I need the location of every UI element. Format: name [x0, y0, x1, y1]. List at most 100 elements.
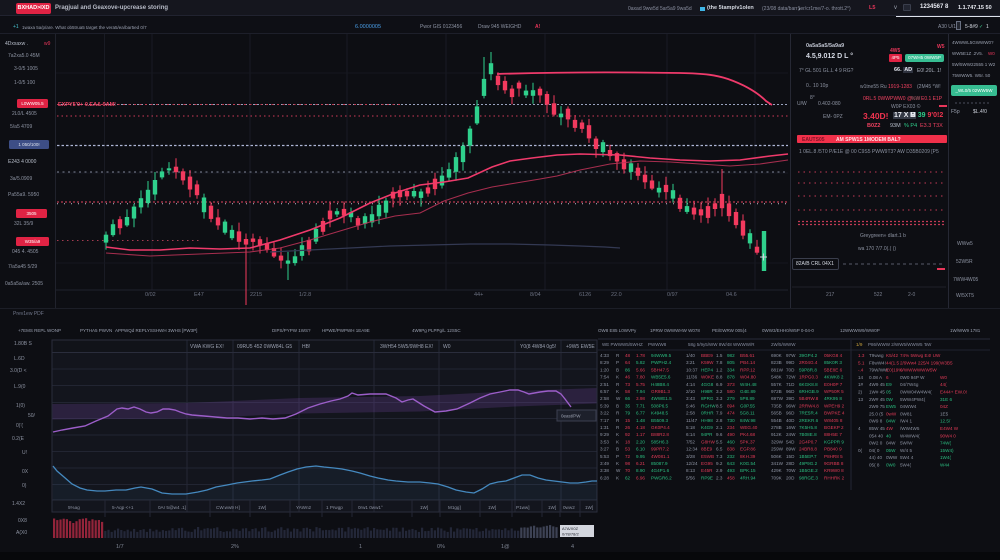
- svg-text:458: 458: [727, 475, 735, 480]
- svg-text:5.5: 5.5: [716, 439, 723, 444]
- svg-text:B88R2.8: B88R2.8: [651, 432, 669, 437]
- svg-text:1.17: 1.17: [636, 432, 645, 437]
- svg-text:0(: 0(: [858, 448, 863, 453]
- svg-text:F8wW4!: F8wW4!: [869, 360, 886, 365]
- svg-text:97W: 97W: [786, 353, 796, 358]
- svg-text:9.6: 9.6: [716, 432, 723, 437]
- svg-text:6:28: 6:28: [600, 475, 609, 480]
- svg-text:31E 6: 31E 6: [940, 397, 952, 402]
- svg-text:99D: 99D: [786, 360, 795, 365]
- svg-text:878: 878: [727, 375, 735, 380]
- svg-text:1:20: 1:20: [600, 367, 609, 372]
- svg-text:7.8: 7.8: [716, 360, 723, 365]
- svg-text:5:18: 5:18: [686, 425, 695, 430]
- svg-text:KGPPR 9: KGPPR 9: [824, 439, 844, 444]
- svg-text:12:34: 12:34: [686, 447, 698, 452]
- svg-text:98: 98: [625, 461, 631, 466]
- svg-text:04/7W4g: 04/7W4g: [900, 382, 919, 387]
- svg-text:94WW9.5: 94WW9.5: [651, 353, 672, 358]
- svg-text:88H5E 7: 88H5E 7: [824, 432, 842, 437]
- svg-text:15W4): 15W4): [940, 448, 954, 453]
- svg-text:85087.9: 85087.9: [651, 461, 668, 466]
- svg-text:G8HW: G8HW: [701, 439, 715, 444]
- svg-text:04W: 04W: [886, 419, 896, 424]
- svg-text:K4948.5: K4948.5: [651, 411, 669, 416]
- svg-text:86: 86: [625, 367, 631, 372]
- svg-text:59P8R.8: 59P8R.8: [799, 367, 817, 372]
- svg-text:73: 73: [625, 382, 631, 387]
- svg-text:0W2 0: 0W2 0: [869, 441, 883, 446]
- svg-text:232: 232: [727, 454, 735, 459]
- svg-text:44) 40: 44) 40: [869, 455, 882, 460]
- svg-text:1.48: 1.48: [636, 418, 645, 423]
- svg-text:20D: 20D: [786, 475, 795, 480]
- svg-text:690K: 690K: [771, 353, 783, 358]
- svg-text:15: 15: [625, 418, 631, 423]
- svg-text:EW5: EW5: [886, 404, 896, 409]
- svg-text:5/56: 5/56: [686, 475, 695, 480]
- svg-text:5P8.89: 5P8.89: [740, 396, 755, 401]
- svg-text:2W# 45: 2W# 45: [869, 397, 885, 402]
- svg-text:0/WWWWWW5W: 0/WWWWWW5W: [900, 368, 937, 373]
- svg-text:92: 92: [625, 432, 631, 437]
- svg-text:2.8: 2.8: [716, 418, 723, 423]
- svg-text:334: 334: [727, 367, 735, 372]
- svg-text:BBE9: BBE9: [701, 353, 713, 358]
- svg-text:643: 643: [727, 461, 735, 466]
- svg-text:4:14: 4:14: [686, 382, 695, 387]
- svg-text:RHHRK 2: RHHRK 2: [824, 475, 845, 480]
- svg-text:2/9Ww4 225/4 199(: 2/9Ww4 225/4 199(: [900, 360, 940, 365]
- svg-text:6.21: 6.21: [636, 461, 645, 466]
- svg-text:894: 894: [727, 403, 735, 408]
- svg-text:18: 18: [625, 439, 631, 444]
- svg-text:5W4 4: 5W4 4: [900, 455, 914, 460]
- svg-text:74% 5Wwg E4! UW: 74% 5Wwg E4! UW: [900, 353, 941, 358]
- svg-text:5.1: 5.1: [858, 360, 865, 365]
- svg-text:WWWW/R: WWWW/R: [733, 342, 755, 347]
- svg-text:5.82: 5.82: [636, 360, 645, 365]
- svg-text:508P6.5: 508P6.5: [651, 403, 669, 408]
- svg-text:5:53: 5:53: [600, 454, 609, 459]
- svg-text:98RGE.3: 98RGE.3: [799, 475, 818, 480]
- svg-text:11/47: 11/47: [686, 418, 698, 423]
- svg-text:2:58: 2:58: [686, 411, 695, 416]
- svg-text:3:27: 3:27: [600, 447, 609, 452]
- svg-text:72: 72: [625, 454, 631, 459]
- svg-text:1:31: 1:31: [600, 425, 609, 430]
- svg-text:PWGR6.2: PWGR6.2: [651, 475, 672, 480]
- svg-text:881W: 881W: [771, 367, 784, 372]
- svg-text:39D: 39D: [786, 396, 795, 401]
- svg-text:1B5GE.2: 1B5GE.2: [799, 468, 818, 473]
- svg-text:805: 805: [727, 360, 735, 365]
- svg-text:K: K: [616, 432, 620, 437]
- svg-text:70: 70: [625, 468, 631, 473]
- svg-text:K: K: [616, 461, 620, 466]
- svg-text:28D: 28D: [786, 461, 795, 466]
- svg-text:0wW: 0wW: [886, 411, 897, 416]
- svg-text:04W: 04W: [886, 441, 896, 446]
- svg-text:557K: 557K: [771, 382, 783, 387]
- svg-text:85W 45: 85W 45: [869, 426, 885, 431]
- svg-text:-.4: -.4: [858, 368, 864, 373]
- svg-text:GR9B1.3: GR9B1.3: [651, 389, 670, 394]
- svg-text:3:21: 3:21: [686, 360, 695, 365]
- svg-text:3.3: 3.3: [716, 396, 723, 401]
- svg-text:709K: 709K: [771, 475, 783, 480]
- svg-text:94PR: 94PR: [701, 432, 713, 437]
- svg-text:P: P: [616, 360, 619, 365]
- svg-text:6: 6: [886, 375, 889, 380]
- svg-text:982: 982: [727, 353, 735, 358]
- svg-text:3.2: 3.2: [716, 389, 723, 394]
- svg-text:15D: 15D: [786, 454, 795, 459]
- svg-text:W4H.48: W4H.48: [740, 382, 757, 387]
- svg-text:5BH47.5: 5BH47.5: [651, 367, 669, 372]
- svg-text:5PK.37: 5PK.37: [740, 439, 756, 444]
- svg-text:1/9: 1/9: [856, 342, 863, 347]
- svg-text:3:43: 3:43: [686, 396, 695, 401]
- svg-text:58: 58: [625, 389, 631, 394]
- svg-text:4RK95 8: 4RK95 8: [824, 396, 842, 401]
- svg-text:44(1.5: 44(1.5: [886, 360, 899, 365]
- svg-text:1.3: 1.3: [858, 353, 865, 358]
- svg-text:85K0R 3: 85K0R 3: [824, 360, 842, 365]
- svg-text:9GRBB 8: 9GRBB 8: [824, 461, 844, 466]
